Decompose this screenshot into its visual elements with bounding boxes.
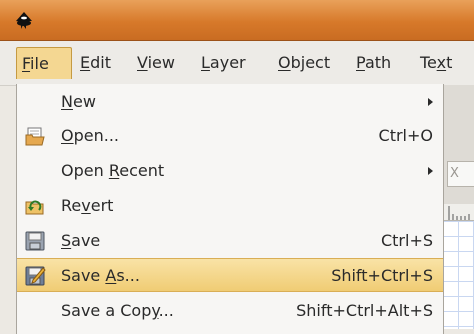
menu-item-open[interactable]: Open... Ctrl+O [17,119,443,153]
menu-edit-label: dit [90,53,111,72]
revert-mnemonic: v [81,196,91,215]
menu-item-label: Open... [61,119,119,153]
save-shortcut: Ctrl+S [380,231,433,250]
open-mnemonic: O [61,126,74,145]
menu-layer-label: ayer [209,53,246,72]
menu-edit-mnemonic: E [80,53,91,72]
menu-item-new[interactable]: New [17,85,443,119]
menu-item-revert[interactable]: Revert [17,189,443,223]
menu-item-save-as[interactable]: Save As... Shift+Ctrl+S [17,258,443,292]
save-as-icon [25,266,46,286]
x-coordinate-input[interactable]: X [447,161,474,187]
menu-item-label: Open Recent [61,154,164,188]
save-disk-icon [25,231,45,251]
save-as-shortcut: Shift+Ctrl+S [331,266,433,285]
revert-icon [25,200,44,215]
menu-view[interactable]: View [131,47,175,79]
menu-text-suffix: t [446,53,453,72]
save-as-prefix: Save [61,266,106,285]
new-mnemonic: N [61,92,73,111]
window-titlebar[interactable] [0,0,474,41]
menu-layer[interactable]: Layer [195,47,246,79]
menu-text-prefix: Te [420,53,437,72]
menu-path-mnemonic: P [356,53,365,72]
menu-layer-mnemonic: L [201,53,210,72]
menu-text-mnemonic: x [436,53,447,72]
inkscape-logo-icon[interactable] [13,10,35,32]
save-copy-suffix: ... [158,301,174,320]
submenu-arrow-icon [428,167,433,175]
open-shortcut: Ctrl+O [378,126,433,145]
ruler-ticks [448,206,470,220]
save-as-suffix: s... [116,266,140,285]
drawing-canvas[interactable] [443,221,474,329]
menu-path-label: ath [364,53,392,72]
menu-item-label: Revert [61,189,113,223]
menu-file-mnemonic: F [22,54,31,73]
menu-item-open-recent[interactable]: Open Recent [17,154,443,188]
open-recent-suffix: ecent [119,161,165,180]
menu-file[interactable]: File [16,47,72,79]
save-label: ave [71,231,101,250]
menu-file-label: ile [30,54,49,73]
open-folder-icon [25,127,45,146]
menu-item-save[interactable]: Save Ctrl+S [17,224,443,258]
file-menu-dropdown: New Open... Ctrl+O Open Recent Revert Sa… [16,84,444,334]
revert-suffix: ert [90,196,114,215]
menu-item-label: Save a Copy... [61,294,174,328]
menu-object-label: bject [290,53,331,72]
save-copy-shortcut: Shift+Ctrl+Alt+S [296,301,433,320]
menu-item-save-a-copy[interactable]: Save a Copy... Shift+Ctrl+Alt+S [17,294,443,328]
x-input-label: X [450,166,459,181]
menu-object[interactable]: Object [272,47,330,79]
submenu-arrow-icon [428,98,433,106]
open-label: pen... [73,126,119,145]
open-recent-prefix: Open [61,161,109,180]
revert-prefix: Re [61,196,82,215]
menu-edit[interactable]: Edit [74,47,111,79]
menubar: File Edit View Layer Object Path Text [0,41,474,86]
menu-item-label: Save As... [61,259,140,293]
save-mnemonic: S [61,231,72,250]
horizontal-ruler[interactable] [443,204,474,221]
menu-view-mnemonic: V [137,53,148,72]
new-label: ew [72,92,96,111]
menu-object-mnemonic: O [278,53,291,72]
menu-item-label: Save [61,224,100,258]
menu-path[interactable]: Path [350,47,391,79]
open-recent-mnemonic: R [108,161,120,180]
menu-view-label: iew [147,53,175,72]
save-copy-mnemonic: y [151,301,159,320]
menu-text[interactable]: Text [414,47,452,79]
save-as-mnemonic: A [105,266,117,285]
save-copy-prefix: Save a Cop [61,301,152,320]
menu-item-label: New [61,85,96,119]
